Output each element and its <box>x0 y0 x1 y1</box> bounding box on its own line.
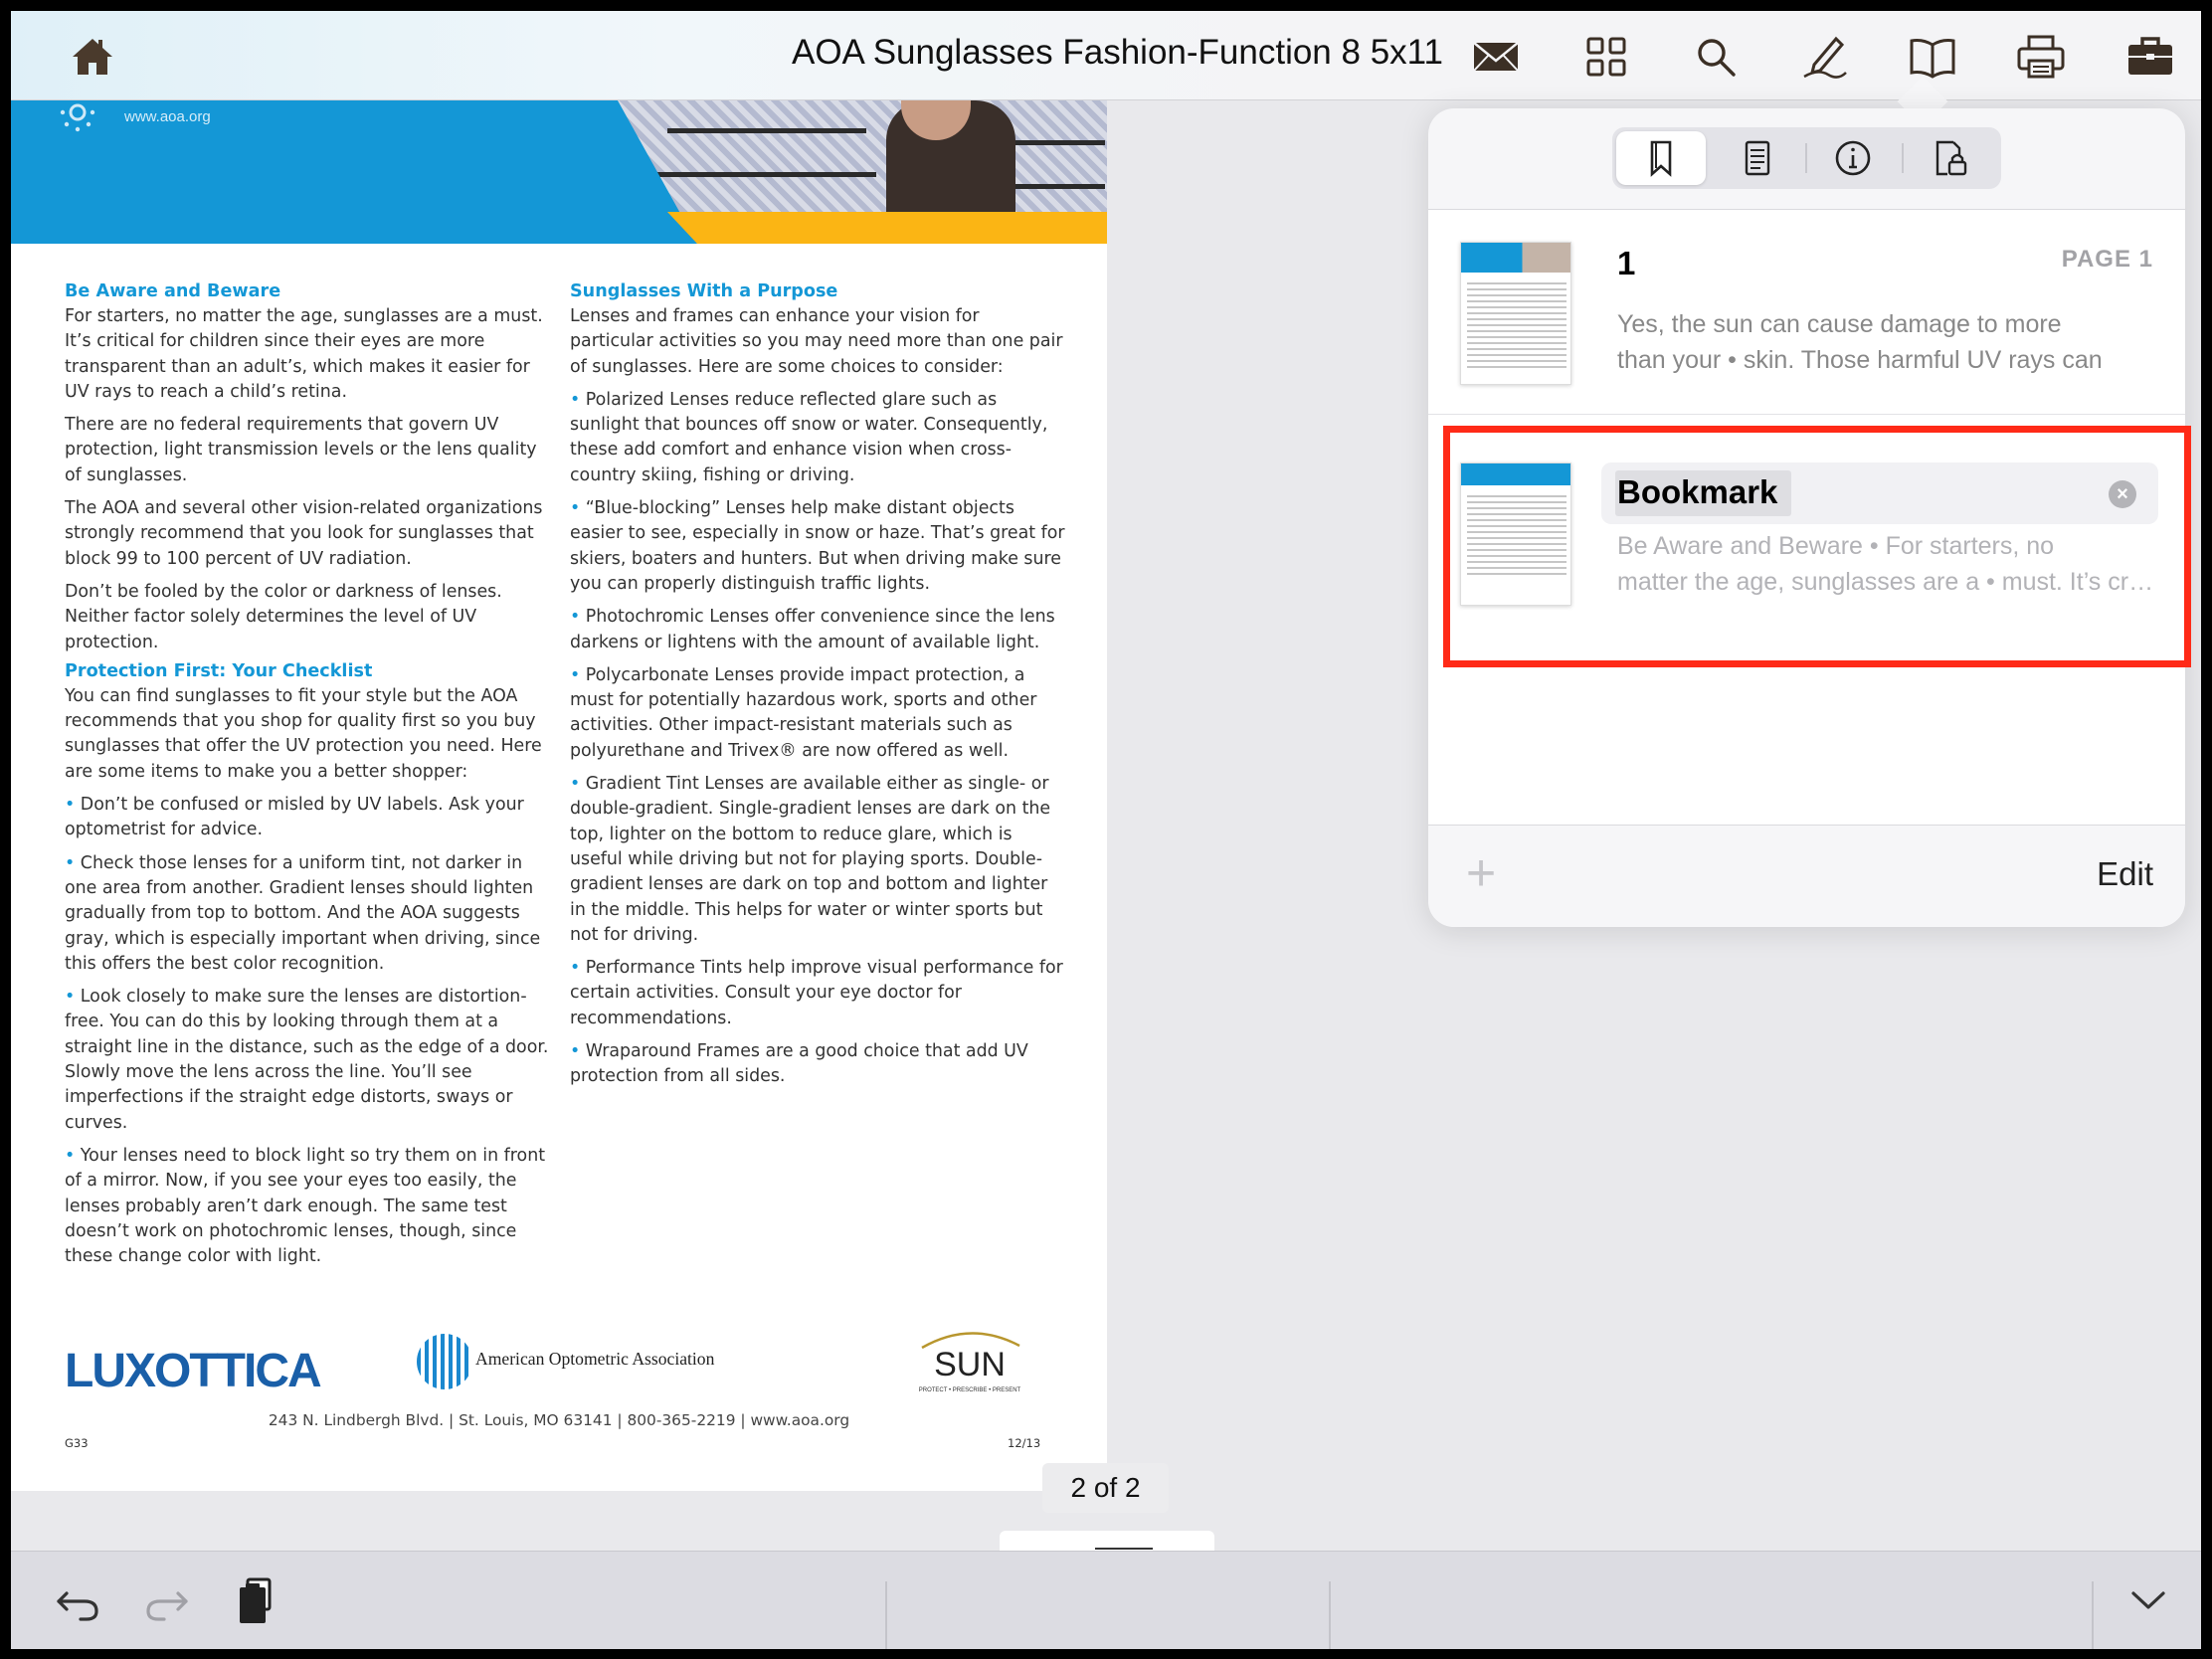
edit-button[interactable]: Edit <box>2097 855 2153 893</box>
clipboard-icon[interactable] <box>230 1573 283 1627</box>
bullet-item: • Look closely to make sure the lenses a… <box>65 987 549 1133</box>
bullet-item: • Performance Tints help improve visual … <box>570 958 1063 1028</box>
search-icon[interactable] <box>1686 29 1746 85</box>
footer-address: 243 N. Lindbergh Blvd. | St. Louis, MO 6… <box>268 1411 850 1429</box>
bottom-toolbar <box>11 1551 2201 1649</box>
paragraph: The AOA and several other vision-related… <box>65 498 543 569</box>
svg-text:PROTECT • PRESCRIBE • PRESENT: PROTECT • PRESCRIBE • PRESENT <box>919 1387 1021 1393</box>
clear-text-icon[interactable]: × <box>2109 480 2136 508</box>
bookmark-name-field[interactable]: × <box>1601 462 2158 524</box>
page-indicator: 2 of 2 <box>1042 1463 1169 1513</box>
header-url: www.aoa.org <box>124 108 211 125</box>
aoa-logo-text: American Optometric Association <box>475 1349 715 1369</box>
undo-icon[interactable] <box>51 1573 104 1627</box>
page-thumbnail <box>1460 242 1571 385</box>
bookmark-tab-icon[interactable] <box>1616 131 1706 185</box>
footer-code: G33 <box>65 1436 89 1450</box>
heading-be-aware: Be Aware and Beware <box>65 281 281 301</box>
document-title: AOA Sunglasses Fashion-Function 8 5x11 <box>791 33 1443 72</box>
heading-protection-first: Protection First: Your Checklist <box>65 660 373 681</box>
left-column: Be Aware and Beware For starters, no mat… <box>65 279 552 1277</box>
app-window: AOA Sunglasses Fashion-Function 8 5x11 w… <box>11 11 2201 1649</box>
add-bookmark-button[interactable]: + <box>1460 847 1502 899</box>
svg-text:SUN: SUN <box>934 1346 1006 1383</box>
mail-icon[interactable] <box>1466 29 1526 85</box>
bookmarks-icon[interactable] <box>1903 29 1962 85</box>
document-page[interactable]: www.aoa.org Be Aware and Beware For star… <box>11 100 1107 1491</box>
popover-footer: + Edit <box>1428 825 2185 927</box>
sun-logo: SUN PROTECT • PRESCRIBE • PRESENT <box>919 1332 1021 1393</box>
bullet-item: • Your lenses need to block light so try… <box>65 1145 546 1267</box>
paragraph: Lenses and frames can enhance your visio… <box>570 306 1063 377</box>
briefcase-icon[interactable] <box>2120 29 2180 85</box>
bullet-item: • “Blue-blocking” Lenses help make dista… <box>570 498 1065 594</box>
header-banner: www.aoa.org <box>11 100 1107 244</box>
bullet-item: • Wraparound Frames are a good choice th… <box>570 1041 1028 1087</box>
bookmark-preview: Be Aware and Beware • For starters, no m… <box>1617 532 2154 596</box>
bookmark-item-editing[interactable]: × Be Aware and Beware • For starters, no… <box>1428 431 2185 635</box>
page-thumbnail <box>1460 462 1571 606</box>
print-icon[interactable] <box>2011 29 2071 85</box>
chevron-down-icon[interactable] <box>2121 1573 2175 1627</box>
paragraph: There are no federal requirements that g… <box>65 415 537 485</box>
panel-segmented-control <box>1612 127 2001 189</box>
bookmark-list: 1 PAGE 1 Yes, the sun can cause damage t… <box>1428 210 2185 825</box>
heading-sunglasses-purpose: Sunglasses With a Purpose <box>570 281 838 301</box>
aoa-sun-icon <box>60 103 95 132</box>
paragraph: Don’t be fooled by the color or darkness… <box>65 581 502 652</box>
bullet-item: • Don’t be confused or misled by UV labe… <box>65 795 524 840</box>
bullet-item: • Photochromic Lenses offer convenience … <box>570 607 1055 652</box>
outline-tab-icon[interactable] <box>1713 131 1802 185</box>
bookmarks-popover: 1 PAGE 1 Yes, the sun can cause damage t… <box>1428 108 2185 927</box>
footer-date: 12/13 <box>1008 1436 1041 1450</box>
bullet-item: • Polycarbonate Lenses provide impact pr… <box>570 664 1037 761</box>
bullet-item: • Gradient Tint Lenses are available eit… <box>570 774 1051 945</box>
bullet-item: • Polarized Lenses reduce reflected glar… <box>570 389 1048 485</box>
aoa-logo-icon <box>417 1334 468 1389</box>
bookmark-title: 1 <box>1617 245 1636 281</box>
bookmark-name-input[interactable] <box>1617 468 2085 516</box>
bookmark-preview: Yes, the sun can cause damage to more th… <box>1617 310 2103 374</box>
bookmark-page-tag: PAGE 1 <box>2061 246 2153 273</box>
security-tab-icon[interactable] <box>1905 131 1994 185</box>
thumbnails-icon[interactable] <box>1576 29 1636 85</box>
right-column: Sunglasses With a Purpose Lenses and fra… <box>570 279 1067 1098</box>
luxottica-logo: LUXOTTICA <box>65 1345 322 1397</box>
redo-icon[interactable] <box>140 1573 194 1627</box>
info-tab-icon[interactable] <box>1808 131 1898 185</box>
home-icon[interactable] <box>63 29 122 85</box>
bookmark-item[interactable]: 1 PAGE 1 Yes, the sun can cause damage t… <box>1428 210 2185 415</box>
annotate-icon[interactable] <box>1794 29 1854 85</box>
top-toolbar: AOA Sunglasses Fashion-Function 8 5x11 <box>11 11 2201 100</box>
bullet-item: • Check those lenses for a uniform tint,… <box>65 852 541 974</box>
paragraph: For starters, no matter the age, sunglas… <box>65 306 543 402</box>
paragraph: You can find sunglasses to fit your styl… <box>65 685 542 782</box>
